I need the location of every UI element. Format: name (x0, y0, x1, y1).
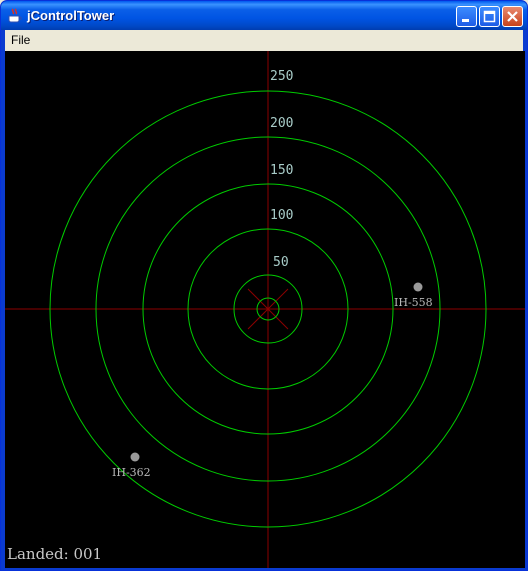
title-bar[interactable]: jControlTower (1, 1, 527, 30)
menu-bar: File (5, 30, 523, 51)
plane-label-ih-362: IH-362 (112, 466, 151, 479)
menu-file[interactable]: File (11, 33, 30, 47)
landed-counter: Landed: 001 (7, 545, 103, 563)
minimize-button[interactable] (456, 6, 477, 27)
plane-label-ih-558: IH-558 (394, 296, 433, 309)
maximize-button[interactable] (479, 6, 500, 27)
app-window: jControlTower File 250 200 150 100 50 IH… (0, 0, 528, 571)
java-cup-icon (8, 8, 22, 23)
radar-display: 250 200 150 100 50 IH-558 IH-362 Landed:… (5, 51, 525, 568)
range-label-50: 50 (273, 255, 289, 270)
window-title: jControlTower (27, 8, 115, 23)
close-button[interactable] (502, 6, 523, 27)
plane-marker-ih-362[interactable] (130, 452, 140, 462)
range-label-200: 200 (270, 116, 294, 131)
radar-scope (5, 51, 525, 568)
range-label-250: 250 (270, 69, 294, 84)
range-label-100: 100 (270, 208, 294, 223)
plane-marker-ih-558[interactable] (413, 282, 423, 292)
range-label-150: 150 (270, 163, 294, 178)
